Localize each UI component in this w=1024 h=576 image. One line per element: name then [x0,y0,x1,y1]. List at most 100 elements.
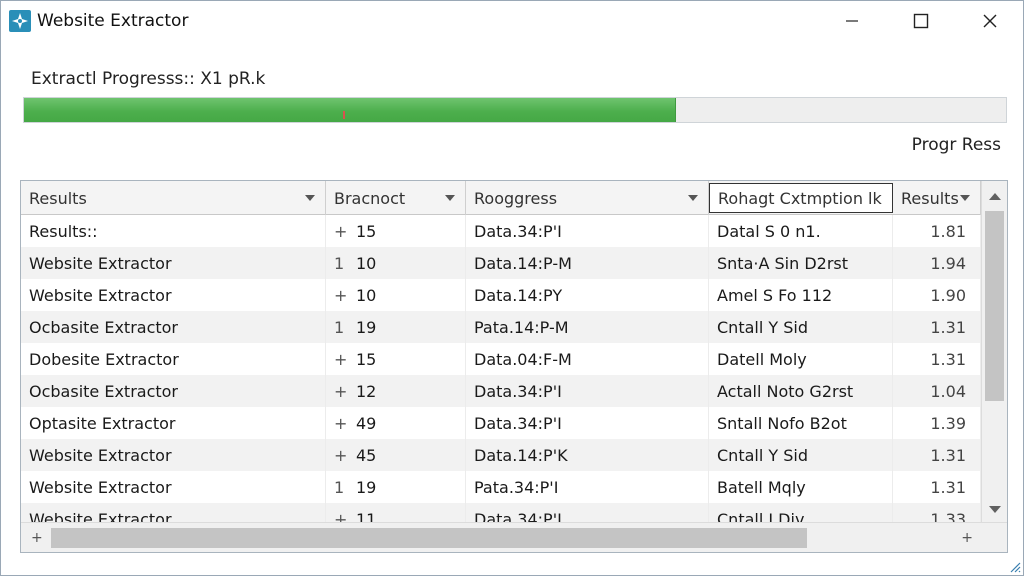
extract-progress-bar [23,97,1007,123]
row-count: 10 [356,253,377,273]
cell-detail: Sntall Nofo B2ot [709,407,893,439]
table-row[interactable]: Website Extractor +11 Data.34:P'I Cntall I … [21,503,981,523]
cell-data: Data.34:P'I [466,215,709,247]
cell-data: Data.34:P'I [466,503,709,523]
dropdown-arrow-icon[interactable] [445,195,455,201]
cell-detail: Snta·A Sin D2rst [709,247,893,279]
row-marker[interactable]: + [334,222,356,241]
scroll-left-icon[interactable]: + [31,530,43,546]
grid-body: Results:: +15 Data.34:P'I Datal S 0 n1. 1.81… [21,215,981,523]
row-count: 15 [356,349,377,369]
close-button[interactable] [967,1,1013,41]
maximize-button[interactable] [898,1,944,41]
row-marker[interactable]: + [334,446,356,465]
cell-data: Data.34:P'I [466,375,709,407]
scroll-up-icon[interactable] [989,193,1001,200]
minimize-icon [846,20,858,22]
row-marker[interactable]: + [334,414,356,433]
cell-count: +45 [326,439,466,471]
title-bar[interactable]: Website Extractor [1,1,1023,41]
cell-name: Ocbasite Extractor [21,311,326,343]
table-row[interactable]: Optasite Extractor +49 Data.34:P'I Sntall N… [21,407,981,439]
table-row[interactable]: Website Extractor 1 10 Data.14:P-M Snta·A Si… [21,247,981,279]
cell-count: +15 [326,343,466,375]
cell-data: Pata.34:P'I [466,471,709,503]
dropdown-arrow-icon[interactable] [960,195,970,201]
row-marker[interactable]: + [334,382,356,401]
row-count: 10 [356,285,377,305]
vertical-scrollbar[interactable] [981,181,1007,523]
maximize-icon [913,13,929,29]
cell-value: 1.04 [893,375,981,407]
progress-fill [24,98,677,122]
scroll-down-icon[interactable] [989,506,1001,513]
results-grid[interactable]: Results Bracnoct Rooggress Rohagt Cxtmpt… [20,180,1008,553]
cell-value: 1.33 [893,503,981,523]
table-row[interactable]: Website Extractor +10 Data.14:PY Amel S Fo … [21,279,981,311]
cell-detail: Cntall I Div [709,503,893,523]
cell-data: Data.04:F-M [466,343,709,375]
cell-detail: Batell Mqly [709,471,893,503]
column-header-label: Rohagt Cxtmption lk [718,188,882,208]
cell-name: Results:: [21,215,326,247]
cell-count: 1 19 [326,311,466,343]
row-count: 12 [356,381,377,401]
vertical-scroll-thumb[interactable] [985,211,1004,401]
cell-data: Pata.14:P-M [466,311,709,343]
row-count: 45 [356,445,377,465]
horizontal-scrollbar[interactable]: + + [21,522,1007,552]
table-row[interactable]: Ocbasite Extractor 1 19 Pata.14:P-M Cntall Y… [21,311,981,343]
row-marker[interactable]: 1 [334,318,356,337]
dropdown-arrow-icon[interactable] [305,195,315,201]
progress-caption: Progr Ress [911,135,1001,155]
minimize-button[interactable] [829,1,875,41]
cell-name: Website Extractor [21,503,326,523]
grid-header: Results Bracnoct Rooggress Rohagt Cxtmpt… [21,181,981,215]
table-row[interactable]: Dobesite Extractor +15 Data.04:F-M Datell M… [21,343,981,375]
column-header-rooggress[interactable]: Rooggress [466,181,709,215]
cell-detail: Datal S 0 n1. [709,215,893,247]
column-header-label: Rooggress [474,188,558,208]
cell-value: 1.31 [893,471,981,503]
cell-name: Website Extractor [21,279,326,311]
cell-count: 1 19 [326,471,466,503]
cell-detail: Actall Noto G2rst [709,375,893,407]
column-header-bracnoct[interactable]: Bracnoct [326,181,466,215]
row-marker[interactable]: 1 [334,478,356,497]
cell-name: Optasite Extractor [21,407,326,439]
row-count: 19 [356,317,377,337]
row-marker[interactable]: + [334,350,356,369]
row-count: 11 [356,509,377,524]
table-row[interactable]: Ocbasite Extractor +12 Data.34:P'I Actall N… [21,375,981,407]
table-row[interactable]: Website Extractor +45 Data.14:P'K Cntall Y … [21,439,981,471]
row-marker[interactable]: + [334,510,356,524]
cell-name: Website Extractor [21,471,326,503]
cell-value: 1.90 [893,279,981,311]
table-row[interactable]: Results:: +15 Data.34:P'I Datal S 0 n1. 1.81 [21,215,981,247]
app-window: Website Extractor Extractl Progresss:: X… [0,0,1024,576]
cell-count: 1 10 [326,247,466,279]
column-header-description[interactable]: Rohagt Cxtmption lk [709,183,893,213]
column-header-results-value[interactable]: Results [893,181,981,215]
cell-detail: Cntall Y Sid [709,311,893,343]
cell-data: Data.14:P-M [466,247,709,279]
column-header-label: Bracnoct [334,188,406,208]
dropdown-arrow-icon[interactable] [688,195,698,201]
scroll-right-icon[interactable]: + [961,530,973,546]
close-icon [983,14,997,28]
row-marker[interactable]: + [334,286,356,305]
cell-value: 1.39 [893,407,981,439]
table-row[interactable]: Website Extractor 1 19 Pata.34:P'I Batell Mq… [21,471,981,503]
resize-grip-icon[interactable] [1007,559,1021,573]
row-count: 49 [356,413,377,433]
progress-label: Extractl Progresss:: X1 pR.k [31,69,266,89]
cell-detail: Datell Moly [709,343,893,375]
cell-count: +49 [326,407,466,439]
cell-count: +12 [326,375,466,407]
column-header-results[interactable]: Results [21,181,326,215]
row-marker[interactable]: 1 [334,254,356,273]
cell-data: Data.14:PY [466,279,709,311]
horizontal-scroll-thumb[interactable] [51,528,807,548]
cell-name: Dobesite Extractor [21,343,326,375]
row-count: 15 [356,221,377,241]
